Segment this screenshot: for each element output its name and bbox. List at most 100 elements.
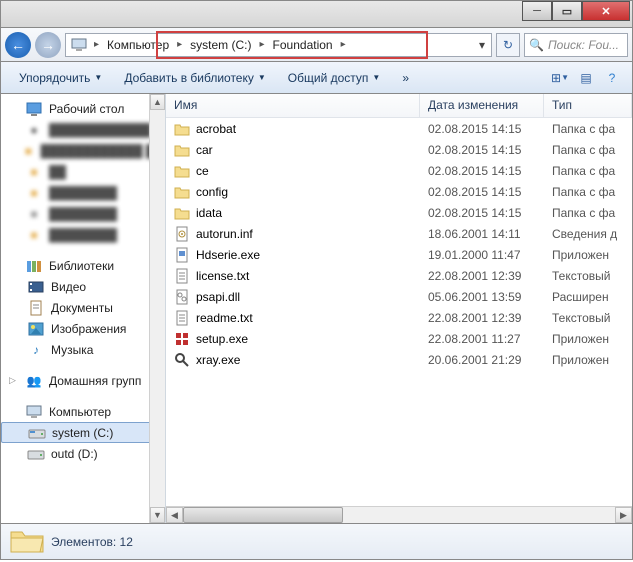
file-name: Hdserie.exe bbox=[196, 248, 260, 262]
horizontal-scrollbar[interactable]: ◀ ▶ bbox=[166, 506, 632, 523]
file-list: Имя Дата изменения Тип acrobat02.08.2015… bbox=[166, 94, 632, 523]
inf-icon bbox=[174, 226, 190, 242]
sidebar-item-computer[interactable]: Компьютер bbox=[1, 401, 165, 422]
folder-icon bbox=[174, 205, 190, 221]
folder-icon bbox=[174, 163, 190, 179]
file-date: 22.08.2001 12:39 bbox=[420, 311, 544, 325]
file-type: Папка с фа bbox=[544, 143, 632, 157]
file-date: 22.08.2001 12:39 bbox=[420, 269, 544, 283]
txt-icon bbox=[174, 268, 190, 284]
organize-button[interactable]: Упорядочить▼ bbox=[9, 67, 112, 89]
forward-button[interactable]: → bbox=[35, 32, 61, 58]
file-row[interactable]: autorun.inf18.06.2001 14:11Сведения д bbox=[166, 223, 632, 244]
more-button[interactable]: » bbox=[392, 67, 419, 89]
navigation-pane: Рабочий стол ●████████████ ■████████████… bbox=[1, 94, 166, 523]
file-type: Приложен bbox=[544, 353, 632, 367]
scroll-left-icon[interactable]: ◀ bbox=[166, 507, 183, 523]
file-name: readme.txt bbox=[196, 311, 253, 325]
scroll-right-icon[interactable]: ▶ bbox=[615, 507, 632, 523]
scroll-down-icon[interactable]: ▼ bbox=[150, 507, 165, 523]
breadcrumb-computer[interactable]: Компьютер bbox=[101, 34, 175, 56]
file-date: 18.06.2001 14:11 bbox=[420, 227, 544, 241]
file-date: 05.06.2001 13:59 bbox=[420, 290, 544, 304]
file-row[interactable]: psapi.dll05.06.2001 13:59Расширен bbox=[166, 286, 632, 307]
file-name: autorun.inf bbox=[196, 227, 253, 241]
breadcrumb-dropdown[interactable]: ▾ bbox=[473, 38, 491, 52]
sidebar-item-libraries[interactable]: Библиотеки bbox=[1, 255, 165, 276]
file-name: ce bbox=[196, 164, 209, 178]
breadcrumb[interactable]: ▸ Компьютер ▸ system (C:) ▸ Foundation ▸… bbox=[65, 33, 492, 57]
sidebar-item-blurred[interactable]: ■████████ bbox=[1, 203, 165, 224]
sidebar-item-blurred[interactable]: ■████████████ ██ bbox=[1, 140, 165, 161]
refresh-button[interactable]: ↻ bbox=[496, 33, 520, 57]
scroll-thumb[interactable] bbox=[183, 507, 343, 523]
column-type[interactable]: Тип bbox=[544, 94, 632, 117]
dll-icon bbox=[174, 289, 190, 305]
file-row[interactable]: idata02.08.2015 14:15Папка с фа bbox=[166, 202, 632, 223]
setup-icon bbox=[174, 331, 190, 347]
breadcrumb-drive[interactable]: system (C:) bbox=[184, 34, 257, 56]
help-button[interactable]: ? bbox=[600, 66, 624, 90]
file-row[interactable]: acrobat02.08.2015 14:15Папка с фа bbox=[166, 118, 632, 139]
file-name: idata bbox=[196, 206, 222, 220]
libraries-icon bbox=[25, 257, 43, 275]
preview-pane-button[interactable]: ▤ bbox=[574, 66, 598, 90]
chevron-right-icon: ▸ bbox=[175, 39, 184, 50]
sidebar-item-blurred[interactable]: ■████████ bbox=[1, 224, 165, 245]
search-input[interactable]: 🔍 Поиск: Fou... bbox=[524, 33, 628, 57]
sidebar-item-pictures[interactable]: Изображения bbox=[1, 318, 165, 339]
file-type: Папка с фа bbox=[544, 164, 632, 178]
file-name: xray.exe bbox=[196, 353, 240, 367]
file-name: config bbox=[196, 185, 228, 199]
file-row[interactable]: xray.exe20.06.2001 21:29Приложен bbox=[166, 349, 632, 370]
sidebar-item-videos[interactable]: Видео bbox=[1, 276, 165, 297]
file-row[interactable]: Hdserie.exe19.01.2000 11:47Приложен bbox=[166, 244, 632, 265]
search-icon: 🔍 bbox=[529, 38, 544, 52]
chevron-right-icon: ▸ bbox=[258, 39, 267, 50]
drive-icon bbox=[28, 424, 46, 442]
column-date[interactable]: Дата изменения bbox=[420, 94, 544, 117]
add-library-button[interactable]: Добавить в библиотеку▼ bbox=[114, 67, 275, 89]
title-bar: ─ ▭ ✕ bbox=[0, 0, 633, 28]
file-type: Папка с фа bbox=[544, 122, 632, 136]
expand-icon[interactable]: ▷ bbox=[9, 375, 19, 386]
breadcrumb-folder[interactable]: Foundation bbox=[267, 34, 339, 56]
file-row[interactable]: readme.txt22.08.2001 12:39Текстовый bbox=[166, 307, 632, 328]
maximize-button[interactable]: ▭ bbox=[552, 1, 582, 21]
file-date: 02.08.2015 14:15 bbox=[420, 206, 544, 220]
share-button[interactable]: Общий доступ▼ bbox=[278, 67, 391, 89]
sidebar-item-homegroup[interactable]: ▷👥Домашняя групп bbox=[1, 370, 165, 391]
file-row[interactable]: car02.08.2015 14:15Папка с фа bbox=[166, 139, 632, 160]
close-button[interactable]: ✕ bbox=[582, 1, 630, 21]
sidebar-item-music[interactable]: ♪Музыка bbox=[1, 339, 165, 360]
status-text: Элементов: 12 bbox=[51, 535, 133, 549]
sidebar-item-drive-d[interactable]: outd (D:) bbox=[1, 443, 165, 464]
file-row[interactable]: setup.exe22.08.2001 11:27Приложен bbox=[166, 328, 632, 349]
column-name[interactable]: Имя bbox=[166, 94, 420, 117]
chevron-right-icon: ▸ bbox=[92, 39, 101, 50]
sidebar-item-documents[interactable]: Документы bbox=[1, 297, 165, 318]
nav-bar: ← → ▸ Компьютер ▸ system (C:) ▸ Foundati… bbox=[0, 28, 633, 62]
file-date: 02.08.2015 14:15 bbox=[420, 185, 544, 199]
sidebar-item-blurred[interactable]: ●████████████ bbox=[1, 119, 165, 140]
file-row[interactable]: config02.08.2015 14:15Папка с фа bbox=[166, 181, 632, 202]
back-button[interactable]: ← bbox=[5, 32, 31, 58]
file-row[interactable]: ce02.08.2015 14:15Папка с фа bbox=[166, 160, 632, 181]
chevron-right-icon: ▸ bbox=[339, 39, 348, 50]
file-name: setup.exe bbox=[196, 332, 248, 346]
txt-icon bbox=[174, 310, 190, 326]
sidebar-item-blurred[interactable]: ■██ bbox=[1, 161, 165, 182]
sidebar-item-blurred[interactable]: ■████████ bbox=[1, 182, 165, 203]
computer-icon bbox=[70, 36, 88, 54]
folder-icon bbox=[174, 142, 190, 158]
video-icon bbox=[27, 278, 45, 296]
file-row[interactable]: license.txt22.08.2001 12:39Текстовый bbox=[166, 265, 632, 286]
sidebar-item-desktop[interactable]: Рабочий стол bbox=[1, 98, 165, 119]
sidebar-scrollbar[interactable]: ▲ ▼ bbox=[149, 94, 165, 523]
folder-icon bbox=[174, 121, 190, 137]
view-button[interactable]: ⊞▼ bbox=[548, 66, 572, 90]
sidebar-item-drive-c[interactable]: system (C:) bbox=[1, 422, 165, 443]
minimize-button[interactable]: ─ bbox=[522, 1, 552, 21]
scroll-up-icon[interactable]: ▲ bbox=[150, 94, 165, 110]
xray-icon bbox=[174, 352, 190, 368]
